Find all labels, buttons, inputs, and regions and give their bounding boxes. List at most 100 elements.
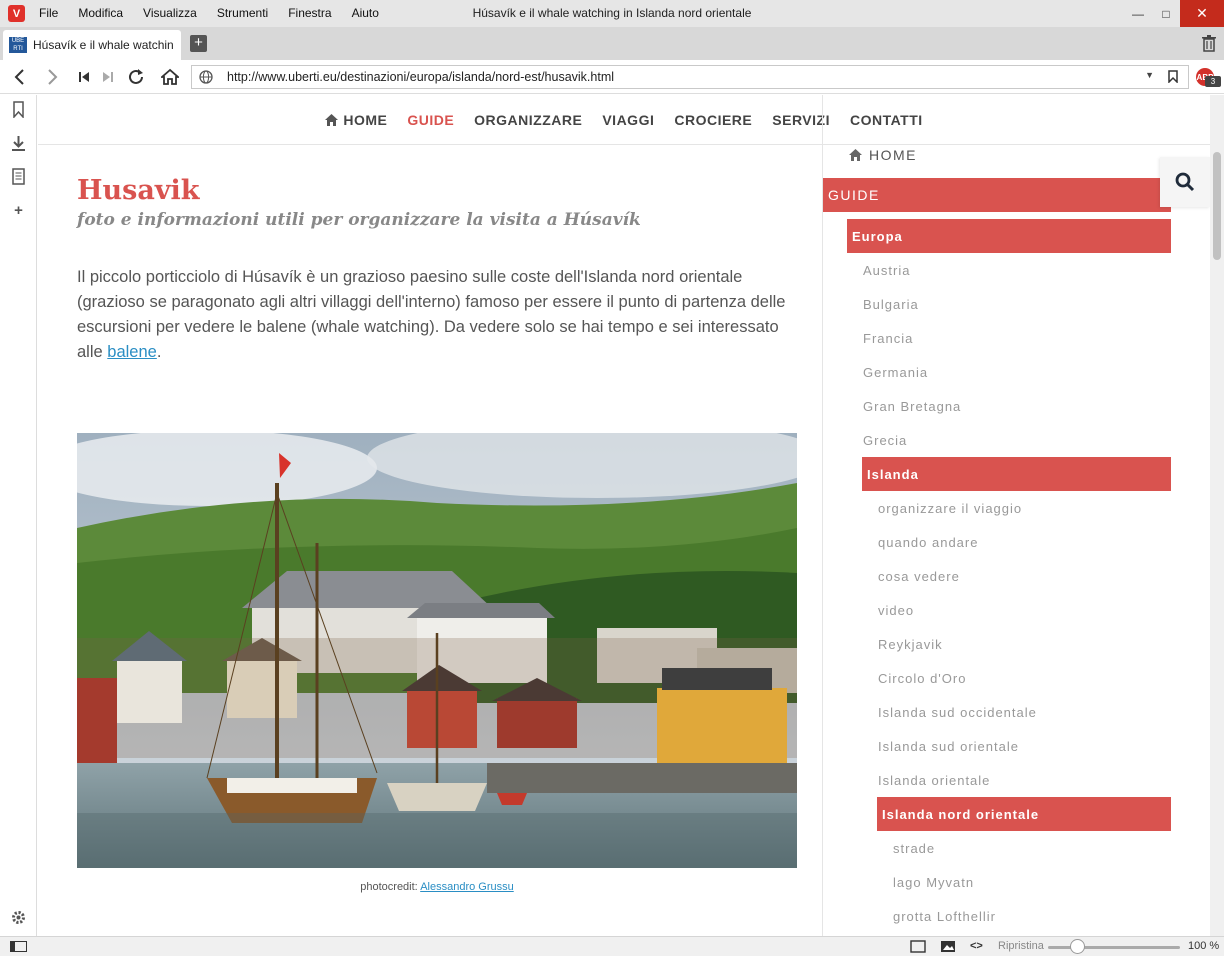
address-bar[interactable]: http://www.uberti.eu/destinazioni/europa… [191,65,1189,89]
search-button[interactable] [1160,157,1210,207]
sidebar-country[interactable]: Grecia [858,423,907,457]
photo-credit: photocredit: Alessandro Grussu [77,881,797,893]
status-bar: <> Ripristina 100 % [0,936,1224,956]
sidebar-country[interactable]: Bulgaria [858,287,919,321]
sidebar-islanda-item[interactable]: Circolo d'Oro [873,661,966,695]
panel-toggle-icon[interactable] [10,941,27,952]
sidebar-home[interactable]: HOME [849,147,917,163]
bookmark-icon[interactable] [1168,70,1178,83]
trash-icon[interactable] [1202,35,1216,52]
nav-crociere[interactable]: CROCIERE [674,112,752,128]
reload-icon [129,69,143,84]
photo-credit-label: photocredit: [360,881,418,893]
title-bar: V File Modifica Visualizza Strumenti Fin… [0,0,1224,27]
globe-icon [199,70,213,84]
sidebar-home-label: HOME [869,147,917,163]
rewind-button[interactable] [72,65,96,89]
sidebar-islanda-item[interactable]: quando andare [873,525,978,559]
page-tiling-icon[interactable] [910,940,926,953]
balene-link[interactable]: balene [107,343,157,361]
active-tab[interactable]: UBE RTI Húsavík e il whale watching in I… [3,30,181,60]
menu-visualizza[interactable]: Visualizza [143,0,197,27]
bookmarks-panel-icon[interactable] [10,101,27,118]
close-button[interactable]: ✕ [1180,0,1224,27]
photo-credit-link[interactable]: Alessandro Grussu [420,881,514,893]
rewind-icon [79,72,89,82]
menu-file[interactable]: File [39,0,58,27]
back-button[interactable] [8,65,32,89]
husavik-harbor-photo [77,433,797,868]
menu-modifica[interactable]: Modifica [78,0,123,27]
menu-bar: File Modifica Visualizza Strumenti Fines… [39,0,399,27]
nav-home[interactable]: HOME [325,112,387,128]
maximize-button[interactable]: □ [1152,0,1180,27]
nav-organizzare[interactable]: ORGANIZZARE [474,112,582,128]
minimize-button[interactable]: — [1124,0,1152,27]
sidebar-menu: HOME GUIDE Europa Austria Bulgaria Franc… [822,95,1171,936]
home-button[interactable] [158,65,182,89]
site-favicon-icon: UBE RTI [9,37,27,53]
settings-gear-icon[interactable] [10,909,27,926]
zoom-level: 100 % [1188,940,1220,952]
forward-button[interactable] [40,65,64,89]
sidebar-nord-item[interactable]: strade [888,831,935,865]
forward-arrow-icon [48,69,58,85]
tab-title: Húsavík e il whale watching in Islanda n… [33,38,173,52]
menu-aiuto[interactable]: Aiuto [352,0,379,27]
page-subtitle: foto e informazioni utili per organizzar… [77,210,641,230]
menu-strumenti[interactable]: Strumenti [217,0,268,27]
sidebar-islanda-item[interactable]: Islanda sud occidentale [873,695,1037,729]
page-scrollbar[interactable] [1210,95,1224,936]
fast-forward-icon [103,72,113,82]
notes-panel-icon[interactable] [10,168,27,185]
sidebar-europa[interactable]: Europa [847,219,1171,253]
reload-button[interactable] [124,65,148,89]
sidebar-islanda[interactable]: Islanda [862,457,1171,491]
downloads-panel-icon[interactable] [10,135,27,152]
sidebar-nord-orientale[interactable]: Islanda nord orientale [877,797,1171,831]
article: Husavik foto e informazioni utili per or… [77,175,799,893]
new-tab-button[interactable]: + [190,35,207,52]
url-text[interactable]: http://www.uberti.eu/destinazioni/europa… [227,70,614,84]
url-dropdown-icon[interactable]: ▼ [1145,70,1154,80]
fast-forward-button[interactable] [96,65,120,89]
sidebar-country[interactable]: Francia [858,321,913,355]
zoom-slider-thumb[interactable] [1070,939,1085,954]
vivaldi-logo-icon[interactable]: V [8,5,25,22]
nav-guide[interactable]: GUIDE [407,112,454,128]
sidebar-guide[interactable]: GUIDE [823,178,1171,212]
tab-bar: UBE RTI Húsavík e il whale watching in I… [0,27,1224,60]
zoom-slider-track[interactable] [1048,946,1180,949]
sidebar-country[interactable]: Austria [858,253,910,287]
side-panel: + [0,95,37,936]
nav-viaggi[interactable]: VIAGGI [602,112,654,128]
sidebar-islanda-item[interactable]: Islanda orientale [873,763,990,797]
home-icon [325,113,339,126]
menu-finestra[interactable]: Finestra [288,0,331,27]
search-icon [1175,172,1195,192]
intro-text: Il piccolo porticciolo di Húsavík è un g… [77,268,786,361]
nav-home-label: HOME [343,111,388,128]
sidebar-country[interactable]: Gran Bretagna [858,389,961,423]
back-arrow-icon [14,69,24,85]
add-panel-icon[interactable]: + [10,202,27,219]
sidebar-islanda-item[interactable]: video [873,593,914,627]
sidebar-islanda-item[interactable]: cosa vedere [873,559,960,593]
sidebar-islanda-item[interactable]: organizzare il viaggio [873,491,1022,525]
zoom-reset-label[interactable]: Ripristina [998,940,1044,952]
page-actions-icon[interactable]: <> [970,940,986,953]
images-toggle-icon[interactable] [940,940,956,953]
sidebar-country[interactable]: Germania [858,355,928,389]
navigation-bar: http://www.uberti.eu/destinazioni/europa… [0,60,1224,94]
scrollbar-thumb[interactable] [1213,152,1221,260]
home-icon [849,149,862,161]
page-viewport: HOME GUIDE ORGANIZZARE VIAGGI CROCIERE S… [38,95,1210,936]
sidebar-nord-item[interactable]: grotta Lofthellir [888,899,996,933]
sidebar-islanda-item[interactable]: Islanda sud orientale [873,729,1019,763]
home-icon [161,68,179,85]
sidebar-islanda-item[interactable]: Reykjavik [873,627,943,661]
sidebar-nord-item[interactable]: lago Myvatn [888,865,974,899]
adblock-count-badge: 3 [1205,76,1221,87]
window-controls: — □ ✕ [1124,0,1224,27]
intro-end: . [156,343,162,361]
